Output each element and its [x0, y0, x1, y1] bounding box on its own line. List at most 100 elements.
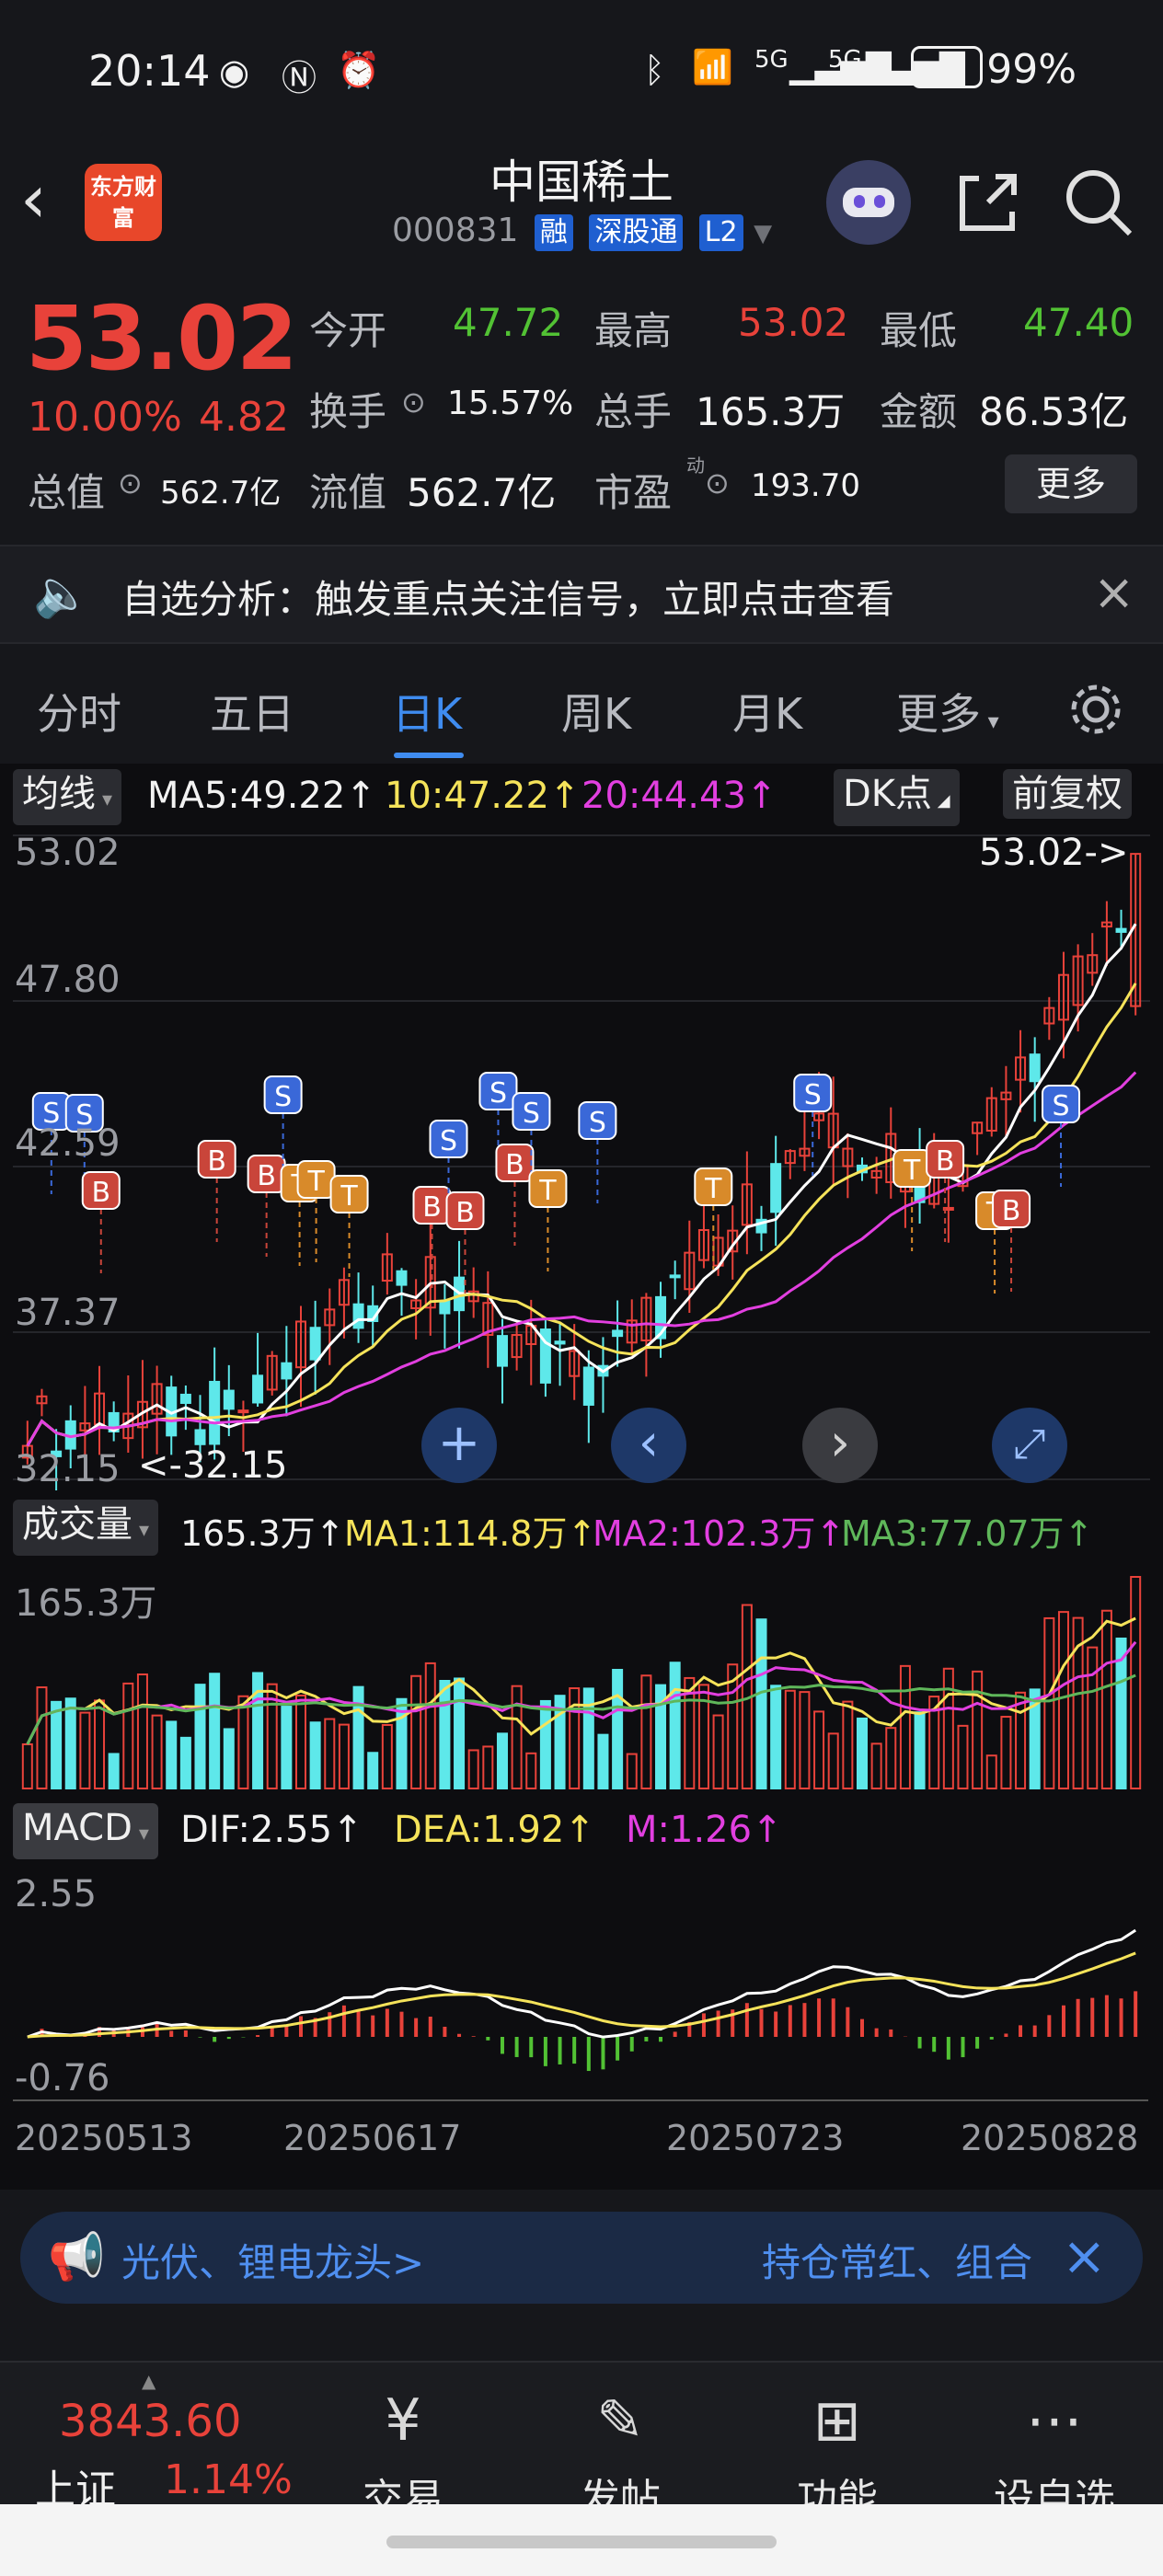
status-bar: 20:14 ◉ Ⓝ ⏰ ᛒ 📶 5G ▁▃▅▇ 5G ▁▃▅▇ 99%: [0, 0, 1163, 138]
volume-bar: [367, 1752, 379, 1789]
settings-gear-icon[interactable]: [1065, 679, 1126, 740]
volume-bar: [712, 1714, 724, 1789]
volume-bar: [899, 1664, 911, 1789]
volume-bar: [1100, 1609, 1112, 1789]
volume-bar: [482, 1745, 494, 1789]
volume-bar: [669, 1662, 681, 1789]
volume-bar: [985, 1754, 997, 1789]
y-label-max: 53.02: [15, 832, 121, 874]
volume-chart[interactable]: [0, 1558, 1163, 1798]
ma10-value: 10:47.22↑: [385, 775, 581, 817]
volume-bar: [424, 1662, 436, 1789]
svg-text:B: B: [505, 1149, 524, 1181]
info-icon[interactable]: ⊙: [401, 385, 426, 420]
candle-body: [237, 1409, 249, 1414]
volume-bar: [151, 1714, 163, 1790]
info-icon[interactable]: ⊙: [705, 466, 730, 500]
candle-body: [439, 1300, 451, 1315]
news-ticker[interactable]: 📢 光伏、锂电龙头> 持仓常红、组合 ×: [20, 2212, 1143, 2304]
max-price-label: 53.02->: [979, 832, 1129, 874]
tab-monthly-k[interactable]: 月K: [732, 681, 802, 742]
y-label-3: 42.59: [15, 1122, 121, 1165]
tab-intraday[interactable]: 分时: [37, 681, 121, 742]
volume-bar: [972, 1670, 984, 1789]
svg-text:S: S: [489, 1077, 507, 1110]
candle-body: [396, 1270, 408, 1286]
nfc-icon: Ⓝ: [282, 58, 317, 98]
quote-total-cap-value: 562.7亿: [160, 475, 282, 512]
volume-bar: [626, 1753, 638, 1790]
date-axis: [13, 2099, 1148, 2110]
tab-daily-k[interactable]: 日K: [392, 681, 462, 742]
volume-bar: [870, 1742, 882, 1790]
volume-bar: [64, 1697, 76, 1789]
volume-bar: [942, 1667, 954, 1789]
macd-dea: DEA:1.92↑: [394, 1809, 595, 1851]
caret-up-icon: ▲: [142, 2370, 156, 2392]
quote-float-cap: 流值: [309, 470, 387, 515]
tag-margin: 融: [534, 214, 573, 251]
signal-marker-B: B: [445, 1191, 485, 1294]
macd-selector[interactable]: MACD ▾: [13, 1803, 158, 1859]
dk-point-toggle[interactable]: DK点 ◢: [834, 769, 960, 826]
close-icon[interactable]: ×: [1062, 2225, 1107, 2287]
macd-chart[interactable]: [0, 1862, 1163, 2103]
trade-icon[interactable]: ¥: [329, 2386, 477, 2454]
more-quote-button[interactable]: 更多: [1005, 454, 1137, 513]
scroll-right-button[interactable]: ›: [802, 1408, 878, 1483]
candle-body: [496, 1335, 508, 1367]
kline-chart[interactable]: SSBBBSTTTBSBSBSTSTSTBTBS: [0, 828, 1163, 1490]
macd-legend: MACD ▾ DIF:2.55↑ DEA:1.92↑ M:1.26↑: [0, 1803, 1163, 1859]
macd-y-bottom: -0.76: [15, 2057, 110, 2099]
share-icon[interactable]: [951, 166, 1025, 239]
volume-bar: [827, 1732, 839, 1789]
tab-more[interactable]: 更多 ▾: [896, 681, 999, 742]
ticker-text-left: 光伏、锂电龙头>: [121, 2240, 425, 2285]
quote-low: 最低: [880, 308, 958, 353]
zoom-in-button[interactable]: +: [421, 1408, 497, 1483]
volume-bar: [914, 1711, 926, 1790]
fullscreen-button[interactable]: ⤢: [992, 1408, 1067, 1483]
volume-bar: [36, 1686, 48, 1789]
quote-amount: 金额: [880, 389, 958, 434]
alert-banner[interactable]: 🔈 自选分析：触发重点关注信号，立即点击查看 ×: [0, 545, 1163, 644]
index-value[interactable]: 3843.60: [59, 2396, 242, 2447]
tag-level2: L2: [698, 214, 743, 251]
volume-bar: [439, 1680, 451, 1789]
macd-m: M:1.26↑: [626, 1809, 783, 1851]
tab-weekly-k[interactable]: 周K: [561, 681, 631, 742]
home-indicator[interactable]: [386, 2536, 777, 2548]
svg-text:S: S: [274, 1081, 292, 1113]
quote-low-value: 47.40: [1023, 300, 1134, 345]
candle-body: [252, 1374, 264, 1404]
volume-bar: [309, 1721, 321, 1789]
scroll-left-button[interactable]: ‹: [611, 1408, 686, 1483]
volume-bar: [223, 1728, 235, 1789]
volume-bar: [51, 1700, 63, 1790]
index-pct[interactable]: 1.14%: [164, 2456, 293, 2503]
quote-total-cap: 总值: [28, 470, 106, 515]
volume-selector[interactable]: 成交量 ▾: [13, 1500, 159, 1556]
ma-selector[interactable]: 均线 ▾: [13, 769, 122, 825]
info-icon[interactable]: ⊙: [118, 466, 143, 500]
macd-y-top: 2.55: [15, 1873, 98, 1915]
clock: 20:14: [88, 46, 211, 96]
volume-bar: [410, 1674, 422, 1789]
adjust-toggle[interactable]: 前复权: [1003, 769, 1132, 819]
robot-assistant-icon[interactable]: [826, 160, 911, 245]
bluetooth-icon: ᛒ: [644, 50, 665, 90]
tab-five-day[interactable]: 五日: [210, 681, 294, 742]
volume-ma-line: [26, 1673, 1136, 1745]
volume-ma3: MA3:77.07万↑: [841, 1513, 1094, 1554]
post-edit-icon[interactable]: ✎: [547, 2386, 694, 2454]
min-price-label: <-32.15: [138, 1444, 288, 1487]
ticker-text-right: 持仓常红、组合: [762, 2240, 1033, 2285]
close-icon[interactable]: ×: [1093, 563, 1134, 621]
volume-y-label: 165.3万: [15, 1582, 157, 1625]
grid-function-icon[interactable]: ⊞: [764, 2386, 911, 2454]
signal-marker-S: S: [578, 1101, 617, 1203]
stock-code-row[interactable]: 000831 融 深股通 L2 ▼: [392, 212, 772, 251]
search-icon[interactable]: [1060, 164, 1137, 241]
more-dots-icon[interactable]: ⋯: [981, 2386, 1128, 2454]
candle-body: [194, 1429, 206, 1445]
